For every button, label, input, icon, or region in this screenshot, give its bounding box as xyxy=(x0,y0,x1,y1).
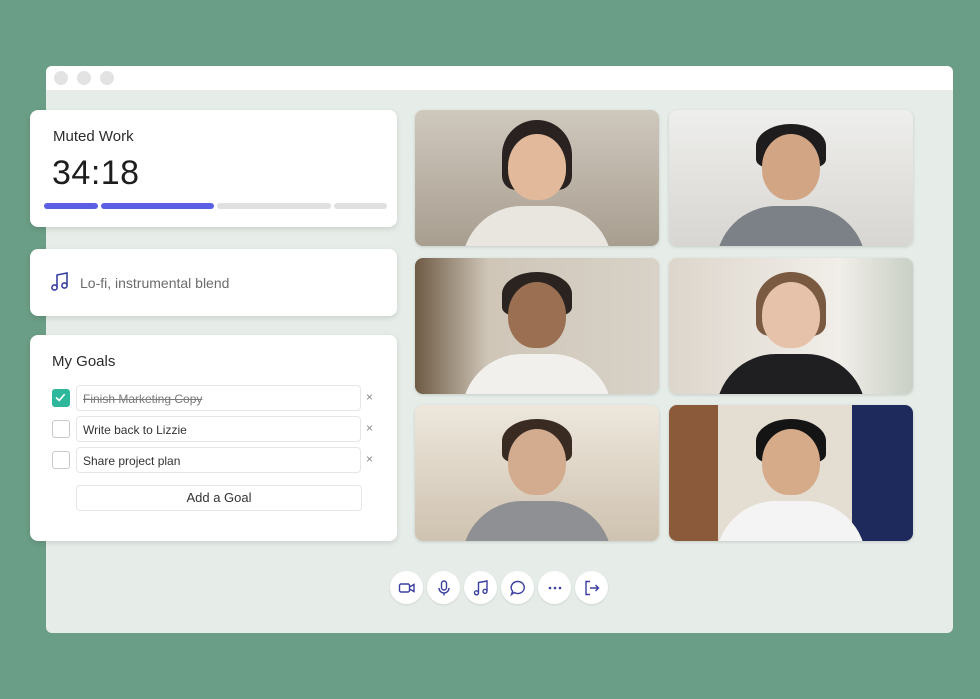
music-card[interactable]: Lo-fi, instrumental blend xyxy=(30,249,397,316)
chat-bubble-icon xyxy=(509,580,525,596)
leave-session-button[interactable] xyxy=(575,571,608,604)
add-goal-button[interactable]: Add a Goal xyxy=(76,485,362,511)
goal-checkbox[interactable] xyxy=(52,451,70,469)
goals-title: My Goals xyxy=(52,353,116,370)
remove-goal-icon[interactable]: × xyxy=(366,421,373,435)
goal-text[interactable]: Share project plan xyxy=(76,447,361,473)
participant-body xyxy=(462,354,612,394)
progress-segment-remaining xyxy=(216,203,332,209)
goals-card: My Goals Finish Marketing Copy × Write b… xyxy=(30,335,397,541)
session-timer-card: Muted Work 34:18 xyxy=(30,110,397,227)
participant-body xyxy=(716,354,866,394)
remove-goal-icon[interactable]: × xyxy=(366,390,373,404)
participant-video-tile xyxy=(415,405,659,541)
video-camera-icon xyxy=(398,582,415,593)
participant-body xyxy=(716,206,866,246)
chat-button[interactable] xyxy=(501,571,534,604)
window-maximize-dot[interactable] xyxy=(100,71,114,85)
microphone-icon xyxy=(437,579,450,595)
participant-body xyxy=(716,501,866,541)
leave-icon xyxy=(584,580,599,595)
more-options-icon xyxy=(548,586,561,589)
title-bar xyxy=(46,66,953,90)
check-icon xyxy=(55,393,66,402)
toggle-microphone-button[interactable] xyxy=(427,571,460,604)
participant-face xyxy=(508,282,566,348)
progress-segment-complete xyxy=(44,203,98,209)
toggle-video-button[interactable] xyxy=(390,571,423,604)
more-options-button[interactable] xyxy=(538,571,571,604)
participant-video-tile xyxy=(669,258,913,394)
progress-segment-active xyxy=(100,203,214,209)
goal-checkbox[interactable] xyxy=(52,420,70,438)
goal-text[interactable]: Write back to Lizzie xyxy=(76,416,361,442)
goal-text[interactable]: Finish Marketing Copy xyxy=(76,385,361,411)
goal-row: Finish Marketing Copy × xyxy=(52,385,382,411)
session-title: Muted Work xyxy=(53,128,134,145)
music-station-label: Lo-fi, instrumental blend xyxy=(80,275,230,291)
music-note-icon xyxy=(51,272,68,291)
participant-face xyxy=(762,282,820,348)
goal-row: Write back to Lizzie × xyxy=(52,416,382,442)
participant-video-tile xyxy=(415,258,659,394)
window-minimize-dot[interactable] xyxy=(77,71,91,85)
participant-body xyxy=(462,206,612,246)
remove-goal-icon[interactable]: × xyxy=(366,452,373,466)
participant-face xyxy=(508,429,566,495)
participant-face xyxy=(762,134,820,200)
participant-video-tile xyxy=(669,110,913,246)
timer-display: 34:18 xyxy=(52,154,140,192)
music-note-icon xyxy=(473,579,488,596)
call-controls xyxy=(390,571,608,605)
participant-face xyxy=(762,429,820,495)
window-close-dot[interactable] xyxy=(54,71,68,85)
participant-video-tile xyxy=(669,405,913,541)
participant-video-tile xyxy=(415,110,659,246)
progress-segment-break xyxy=(334,203,387,209)
music-button[interactable] xyxy=(464,571,497,604)
session-progress-bar xyxy=(44,203,387,209)
goal-row: Share project plan × xyxy=(52,447,382,473)
participant-face xyxy=(508,134,566,200)
participant-body xyxy=(462,501,612,541)
goal-checkbox[interactable] xyxy=(52,389,70,407)
